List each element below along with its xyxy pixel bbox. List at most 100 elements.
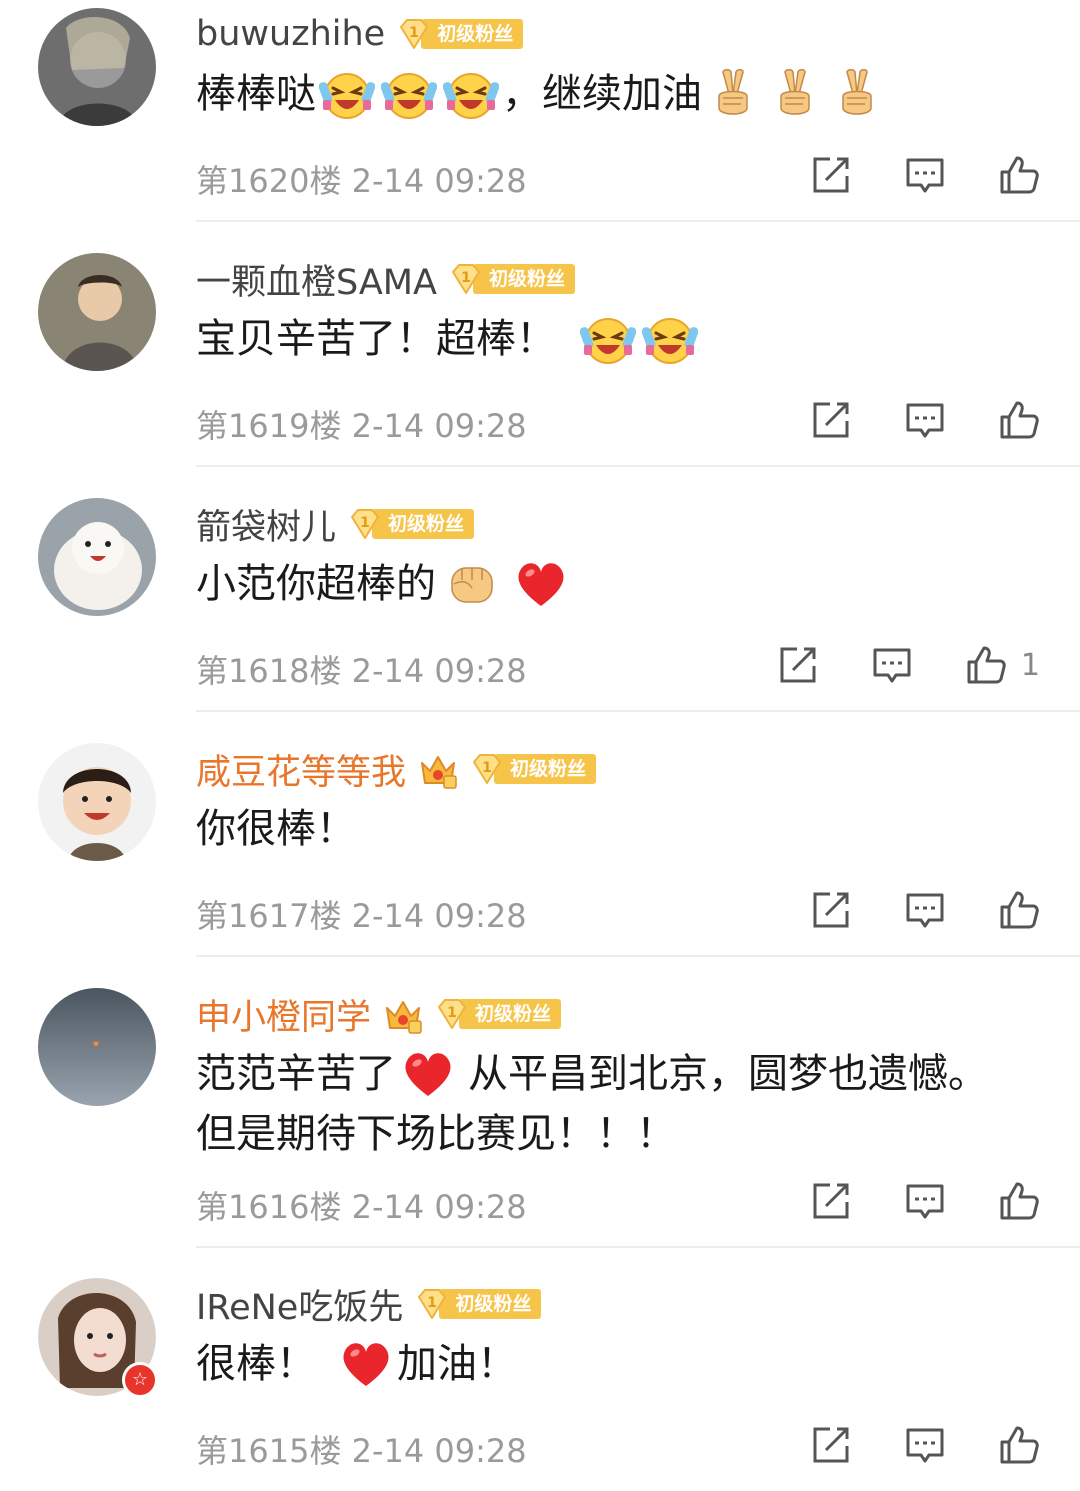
comment-item: 咸豆花等等我 初级粉丝 你很棒！ 第1617楼 2-14 09:28: [0, 735, 1080, 957]
laughing-tears-emoji-icon: [381, 66, 437, 122]
like-count: 1: [1020, 647, 1040, 683]
comment-text-segment: 很棒！: [196, 1341, 316, 1387]
comment-text-segment: 宝贝辛苦了！超棒！: [196, 316, 556, 362]
thumbs-up-icon[interactable]: [998, 1424, 1040, 1466]
comment-icon[interactable]: [904, 399, 946, 441]
divider: [196, 1246, 1080, 1248]
username[interactable]: 申小橙同学: [196, 989, 371, 1040]
fan-badge: 初级粉丝: [415, 1287, 542, 1321]
comment-item: 一颗血橙SAMA 初级粉丝 宝贝辛苦了！超棒！ 第1619楼 2-14 09:2…: [0, 245, 1080, 467]
share-icon[interactable]: [810, 399, 852, 441]
timestamp: 2-14 09:28: [351, 897, 527, 935]
username[interactable]: 箭袋树儿: [196, 499, 336, 550]
floor-number: 第1615楼: [196, 1432, 342, 1470]
comment-item: 申小橙同学 初级粉丝 范范辛苦了 从平昌到北京，圆梦也遗憾。 但是期待下场比赛见…: [0, 980, 1080, 1248]
divider: [196, 465, 1080, 467]
fist-emoji-icon: [444, 556, 500, 612]
fan-badge: 初级粉丝: [397, 17, 524, 51]
thumbs-up-icon[interactable]: [965, 644, 1007, 686]
laughing-tears-emoji-icon: [642, 311, 698, 367]
avatar[interactable]: ☆: [38, 1278, 158, 1398]
divider: [196, 710, 1080, 712]
thumbs-up-icon[interactable]: [998, 1180, 1040, 1222]
comment-actions: 1: [725, 644, 1040, 686]
comment-text-segment: 加油！: [397, 1341, 517, 1387]
username[interactable]: 一颗血橙SAMA: [196, 254, 437, 305]
username[interactable]: IReNe吃饭先: [196, 1279, 403, 1330]
name-row: buwuzhihe 初级粉丝: [196, 10, 524, 58]
comment-text: 范范辛苦了 从平昌到北京，圆梦也遗憾。 但是期待下场比赛见！！！: [196, 1044, 1040, 1164]
comment-text: 宝贝辛苦了！超棒！: [196, 309, 1040, 369]
share-icon[interactable]: [810, 1424, 852, 1466]
comment-meta: 第1617楼 2-14 09:28: [196, 891, 527, 937]
share-icon[interactable]: [810, 154, 852, 196]
divider: [196, 955, 1080, 957]
comment-text: 你很棒！: [196, 799, 1040, 859]
like-button[interactable]: 1: [965, 644, 1040, 686]
comment-actions: [758, 1180, 1040, 1222]
comment-icon[interactable]: [904, 1180, 946, 1222]
comment-text-segment: 小范你超棒的: [196, 561, 436, 607]
username[interactable]: 咸豆花等等我: [196, 744, 406, 795]
comment-text-segment: ，继续加油: [502, 71, 702, 117]
timestamp: 2-14 09:28: [351, 407, 527, 445]
comment-actions: [758, 889, 1040, 931]
comment-text: 很棒！ 加油！: [196, 1334, 1040, 1394]
fan-badge-label: 初级粉丝: [372, 509, 475, 539]
comment-icon[interactable]: [871, 644, 913, 686]
fan-level-icon: [449, 262, 483, 296]
vip-crown-icon: [383, 994, 423, 1034]
victory-hand-emoji-icon: [829, 66, 885, 122]
fan-badge-label: 初级粉丝: [439, 1289, 542, 1319]
floor-number: 第1620楼: [196, 162, 342, 200]
name-row: IReNe吃饭先 初级粉丝: [196, 1279, 542, 1330]
comment-actions: [758, 1424, 1040, 1466]
fan-badge-label: 初级粉丝: [459, 999, 562, 1029]
thumbs-up-icon[interactable]: [998, 399, 1040, 441]
fan-level-icon: [435, 997, 469, 1031]
avatar[interactable]: [38, 988, 156, 1106]
comment-text: 小范你超棒的: [196, 554, 1040, 614]
share-icon[interactable]: [777, 644, 819, 686]
share-icon[interactable]: [810, 889, 852, 931]
comment-icon[interactable]: [904, 889, 946, 931]
victory-hand-emoji-icon: [705, 66, 761, 122]
fan-badge: 初级粉丝: [470, 752, 597, 786]
divider: [196, 220, 1080, 222]
username[interactable]: buwuzhihe: [196, 14, 385, 54]
comment-text-segment: 你很棒！: [196, 806, 356, 852]
vip-crown-icon: [418, 749, 458, 789]
fan-level-icon: [397, 17, 431, 51]
victory-hand-emoji-icon: [767, 66, 823, 122]
timestamp: 2-14 09:28: [351, 1188, 527, 1226]
timestamp: 2-14 09:28: [351, 162, 527, 200]
avatar[interactable]: [38, 8, 156, 126]
verified-star-icon: ☆: [122, 1362, 158, 1398]
heart-emoji-icon: [338, 1336, 394, 1392]
floor-number: 第1616楼: [196, 1188, 342, 1226]
fan-badge-label: 初级粉丝: [472, 264, 575, 294]
thumbs-up-icon[interactable]: [998, 889, 1040, 931]
comment-item: ☆ IReNe吃饭先 初级粉丝 很棒！ 加油！ 第1615楼 2-14 09:2…: [0, 1270, 1080, 1491]
name-row: 一颗血橙SAMA 初级粉丝: [196, 255, 575, 303]
avatar[interactable]: [38, 498, 156, 616]
comment-meta: 第1620楼 2-14 09:28: [196, 156, 527, 202]
comment-icon[interactable]: [904, 1424, 946, 1466]
laughing-tears-emoji-icon: [580, 311, 636, 367]
comment-meta: 第1619楼 2-14 09:28: [196, 401, 527, 447]
comment-actions: [758, 154, 1040, 196]
fan-badge: 初级粉丝: [348, 507, 475, 541]
fan-badge-label: 初级粉丝: [494, 754, 597, 784]
fan-badge: 初级粉丝: [449, 262, 575, 296]
avatar[interactable]: [38, 253, 156, 371]
comment-meta: 第1616楼 2-14 09:28: [196, 1182, 527, 1228]
name-row: 申小橙同学 初级粉丝: [196, 989, 562, 1040]
fan-badge: 初级粉丝: [435, 997, 562, 1031]
share-icon[interactable]: [810, 1180, 852, 1222]
laughing-tears-emoji-icon: [319, 66, 375, 122]
fan-badge-label: 初级粉丝: [421, 19, 524, 49]
comment-icon[interactable]: [904, 154, 946, 196]
fan-level-icon: [470, 752, 504, 786]
avatar[interactable]: [38, 743, 156, 861]
thumbs-up-icon[interactable]: [998, 154, 1040, 196]
